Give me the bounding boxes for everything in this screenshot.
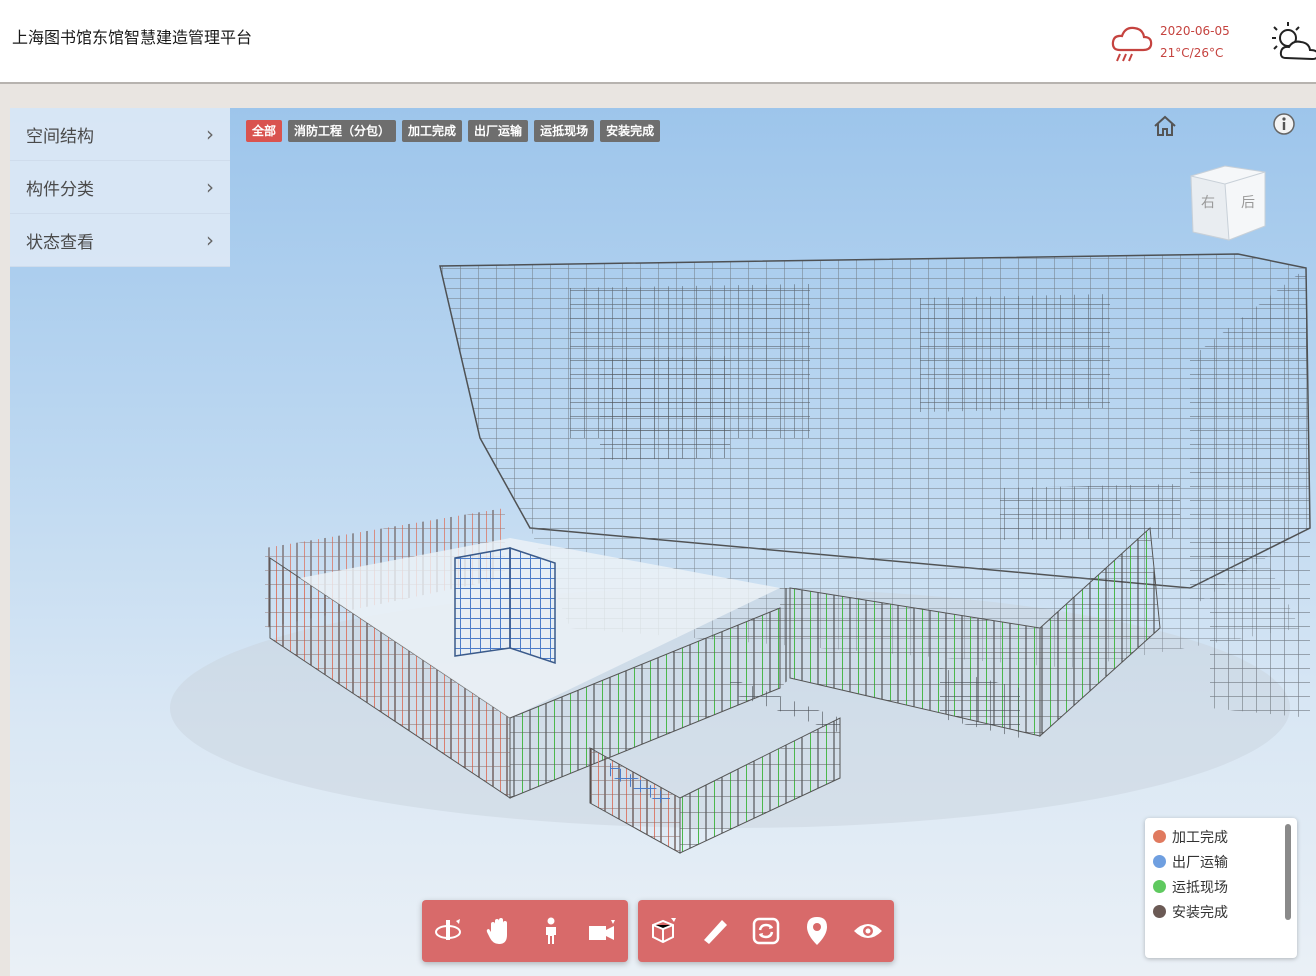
chevron-right-icon: ›: [206, 228, 214, 252]
camera-icon[interactable]: [584, 913, 620, 949]
model-toolbar: [638, 900, 894, 962]
filter-fire-protection[interactable]: 消防工程（分包）: [288, 120, 397, 142]
legend-color-dot: [1153, 880, 1166, 893]
legend-label: 加工完成: [1172, 829, 1228, 846]
home-icon[interactable]: [1152, 114, 1178, 142]
sidebar-item-label: 构件分类: [26, 179, 94, 200]
sun-cloud-icon[interactable]: [1266, 16, 1316, 68]
legend-color-dot: [1153, 905, 1166, 918]
status-filter-bar: 全部 消防工程（分包） 加工完成 出厂运输 运抵现场 安装完成: [246, 120, 661, 142]
filter-processing-complete[interactable]: 加工完成: [402, 120, 463, 142]
viewcube-face-right[interactable]: 右: [1201, 192, 1215, 212]
status-legend: 加工完成 出厂运输 运抵现场 安装完成: [1145, 818, 1297, 958]
legend-scrollbar[interactable]: [1285, 824, 1291, 920]
chevron-right-icon: ›: [206, 175, 214, 199]
pan-hand-icon[interactable]: [481, 913, 517, 949]
legend-color-dot: [1153, 830, 1166, 843]
sidebar-item-spatial-structure[interactable]: 空间结构 ›: [10, 108, 230, 161]
filter-installation-complete[interactable]: 安装完成: [600, 120, 661, 142]
cloud-rain-icon: [1111, 26, 1153, 62]
legend-item: 出厂运输: [1153, 849, 1228, 874]
measure-ruler-icon[interactable]: [697, 913, 733, 949]
weather-temp: 21°C/26°C: [1160, 46, 1224, 60]
legend-label: 运抵现场: [1172, 879, 1228, 896]
info-icon[interactable]: [1272, 112, 1296, 140]
weather-widget: 2020-06-05 21°C/26°C: [1110, 18, 1240, 68]
filter-factory-shipping[interactable]: 出厂运输: [468, 120, 529, 142]
sidebar-item-component-category[interactable]: 构件分类 ›: [10, 161, 230, 214]
section-box-icon[interactable]: [646, 913, 682, 949]
legend-item: 运抵现场: [1153, 874, 1228, 899]
orbit-icon[interactable]: [430, 913, 466, 949]
view-cube[interactable]: 右 后: [1185, 162, 1271, 248]
legend-label: 出厂运输: [1172, 854, 1228, 871]
filter-arrived-on-site[interactable]: 运抵现场: [534, 120, 595, 142]
viewcube-face-back[interactable]: 后: [1241, 192, 1255, 212]
sidebar-item-label: 状态查看: [26, 232, 94, 253]
weather-date: 2020-06-05: [1160, 24, 1230, 38]
sidebar-item-status-view[interactable]: 状态查看 ›: [10, 214, 230, 267]
eye-icon[interactable]: [850, 913, 886, 949]
navigation-toolbar: [422, 900, 628, 962]
first-person-icon[interactable]: [533, 913, 569, 949]
chevron-right-icon: ›: [206, 122, 214, 146]
legend-item: 安装完成: [1153, 899, 1228, 924]
location-pin-icon[interactable]: [799, 913, 835, 949]
legend-label: 安装完成: [1172, 904, 1228, 921]
legend-color-dot: [1153, 855, 1166, 868]
app-header: 上海图书馆东馆智慧建造管理平台 2020-06-05 21°C/26°C: [0, 0, 1316, 84]
bim-viewer[interactable]: 空间结构 › 构件分类 › 状态查看 › 全部 消防工程（分包） 加工完成 出厂…: [10, 108, 1316, 976]
app-title: 上海图书馆东馆智慧建造管理平台: [12, 28, 253, 47]
sync-icon[interactable]: [748, 913, 784, 949]
legend-item: 加工完成: [1153, 824, 1228, 849]
sidebar-item-label: 空间结构: [26, 126, 94, 147]
sidebar: 空间结构 › 构件分类 › 状态查看 ›: [10, 108, 230, 267]
filter-all[interactable]: 全部: [246, 120, 283, 142]
